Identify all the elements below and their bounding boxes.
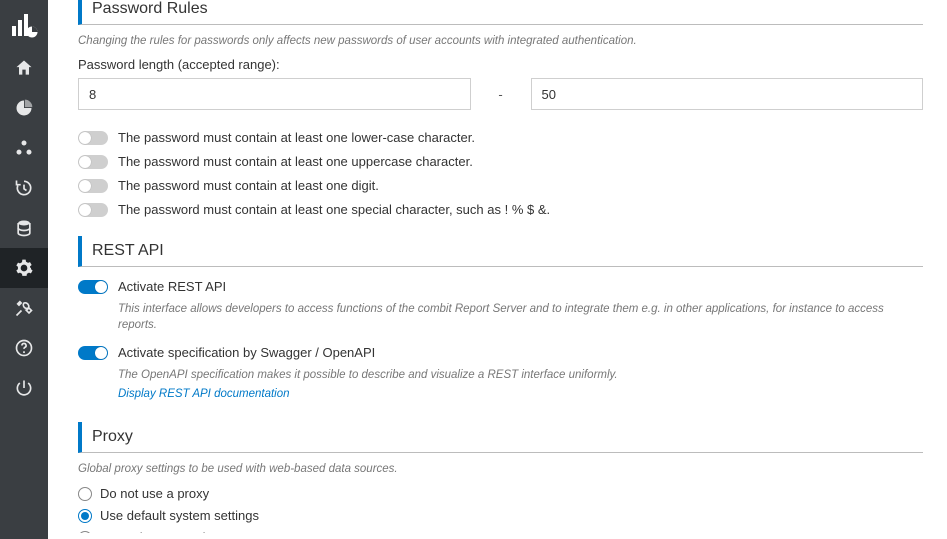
toggle-activate-rest-switch[interactable] xyxy=(78,280,108,294)
toggle-digit-switch[interactable] xyxy=(78,179,108,193)
range-separator: - xyxy=(481,87,521,102)
toggle-activate-rest-label: Activate REST API xyxy=(118,277,226,297)
sidebar-item-datasources[interactable] xyxy=(0,128,48,168)
proxy-radio-default[interactable] xyxy=(78,509,92,523)
proxy-radio-none[interactable] xyxy=(78,487,92,501)
sidebar-item-reports[interactable] xyxy=(0,88,48,128)
toggle-lowercase-switch[interactable] xyxy=(78,131,108,145)
password-rule-toggles: The password must contain at least one l… xyxy=(78,128,923,220)
toggle-special: The password must contain at least one s… xyxy=(78,200,923,220)
sidebar-item-logout[interactable] xyxy=(0,368,48,408)
toggle-digit: The password must contain at least one d… xyxy=(78,176,923,196)
home-icon xyxy=(14,58,34,78)
cluster-icon xyxy=(14,138,34,158)
sidebar-brand[interactable] xyxy=(0,0,48,48)
toggle-lowercase-label: The password must contain at least one l… xyxy=(118,128,475,148)
section-header-rest-api: REST API xyxy=(78,236,923,267)
tools-icon xyxy=(14,298,34,318)
pie-chart-icon xyxy=(14,98,34,118)
help-icon xyxy=(14,338,34,358)
proxy-label-manual: Manual proxy settings xyxy=(100,529,226,533)
sidebar-item-tools[interactable] xyxy=(0,288,48,328)
proxy-helper: Global proxy settings to be used with we… xyxy=(78,463,923,475)
rest-api-doc-link[interactable]: Display REST API documentation xyxy=(118,388,290,400)
proxy-label-default: Use default system settings xyxy=(100,507,259,525)
sidebar-item-help[interactable] xyxy=(0,328,48,368)
content: Password Rules Changing the rules for pa… xyxy=(48,0,947,533)
logo-icon xyxy=(8,8,40,40)
sidebar-item-home[interactable] xyxy=(0,48,48,88)
swagger-helper: The OpenAPI specification makes it possi… xyxy=(118,367,923,383)
section-header-proxy: Proxy xyxy=(78,422,923,453)
password-length-label: Password length (accepted range): xyxy=(78,57,923,72)
toggle-uppercase-label: The password must contain at least one u… xyxy=(118,152,473,172)
toggle-uppercase-switch[interactable] xyxy=(78,155,108,169)
sidebar xyxy=(0,0,48,539)
password-length-range: - xyxy=(78,78,923,110)
sidebar-item-settings[interactable] xyxy=(0,248,48,288)
toggle-special-label: The password must contain at least one s… xyxy=(118,200,550,220)
toggle-swagger-label: Activate specification by Swagger / Open… xyxy=(118,343,375,363)
toggle-swagger: Activate specification by Swagger / Open… xyxy=(78,343,923,363)
power-icon xyxy=(14,378,34,398)
toggle-swagger-switch[interactable] xyxy=(78,346,108,360)
toggle-lowercase: The password must contain at least one l… xyxy=(78,128,923,148)
sidebar-item-data[interactable] xyxy=(0,208,48,248)
database-icon xyxy=(14,218,34,238)
rest-api-helper: This interface allows developers to acce… xyxy=(118,301,923,333)
sidebar-item-scheduler[interactable] xyxy=(0,168,48,208)
password-min-input[interactable] xyxy=(78,78,471,110)
proxy-option-none: Do not use a proxy xyxy=(78,485,923,503)
toggle-uppercase: The password must contain at least one u… xyxy=(78,152,923,172)
toggle-activate-rest: Activate REST API xyxy=(78,277,923,297)
proxy-radio-manual[interactable] xyxy=(78,531,92,533)
proxy-option-default: Use default system settings xyxy=(78,507,923,525)
proxy-option-manual: Manual proxy settings xyxy=(78,529,923,533)
toggle-special-switch[interactable] xyxy=(78,203,108,217)
section-header-password-rules: Password Rules xyxy=(78,0,923,25)
history-icon xyxy=(14,178,34,198)
gear-icon xyxy=(14,258,34,278)
password-max-input[interactable] xyxy=(531,78,924,110)
proxy-label-none: Do not use a proxy xyxy=(100,485,209,503)
toggle-digit-label: The password must contain at least one d… xyxy=(118,176,379,196)
password-rules-helper: Changing the rules for passwords only af… xyxy=(78,35,923,47)
